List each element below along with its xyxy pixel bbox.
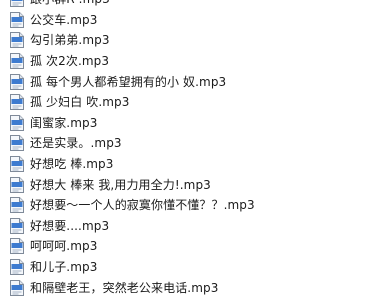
file-row[interactable]: 好想要～一个人的寂寞你懂不懂？？.mp3 [0,195,380,216]
file-row[interactable]: 和儿子.mp3 [0,257,380,278]
file-row[interactable]: 公交车.mp3 [0,10,380,31]
audio-file-icon [10,94,24,111]
file-name: 孤 次2次.mp3 [30,54,110,69]
file-row[interactable]: 跟小群R .mp3 [0,0,380,10]
file-row[interactable]: 孤 每个男人都希望拥有的小 奴.mp3 [0,71,380,92]
file-name: 跟小群R .mp3 [30,0,110,7]
file-row[interactable]: 勾引弟弟.mp3 [0,30,380,51]
file-name: 好想吃 棒.mp3 [30,157,114,172]
file-row[interactable]: 好想要....mp3 [0,216,380,237]
audio-file-icon [10,0,24,8]
audio-file-icon [10,53,24,70]
file-row[interactable]: 和隔壁老王，突然老公来电话.mp3 [0,277,380,298]
file-name: 勾引弟弟.mp3 [30,33,110,48]
audio-file-icon [10,73,24,90]
file-row[interactable]: 孤 少妇白 吹.mp3 [0,92,380,113]
audio-file-icon [10,238,24,255]
audio-file-icon [10,32,24,49]
file-name: 公交车.mp3 [30,12,98,27]
file-row[interactable]: 闺蜜家.mp3 [0,113,380,134]
audio-file-icon [10,11,24,28]
file-name: 和隔壁老王，突然老公来电话.mp3 [30,280,219,295]
file-row[interactable]: 呵呵呵.mp3 [0,236,380,257]
file-row[interactable]: 好想大 棒来 我,用力用全力!.mp3 [0,174,380,195]
audio-file-icon [10,135,24,152]
file-row[interactable]: 孤 次2次.mp3 [0,51,380,72]
file-name: 好想要～一个人的寂寞你懂不懂？？.mp3 [30,198,255,213]
file-name: 孤 每个男人都希望拥有的小 奴.mp3 [30,74,227,89]
file-list: 跟小群R .mp3 公交车.mp3 勾引弟弟.mp3 孤 次2次.mp [0,0,380,298]
file-name: 呵呵呵.mp3 [30,239,98,254]
file-row[interactable]: 好想吃 棒.mp3 [0,154,380,175]
file-row[interactable]: 还是实录。.mp3 [0,133,380,154]
audio-file-icon [10,156,24,173]
file-name: 好想要....mp3 [30,218,110,233]
audio-file-icon [10,259,24,276]
audio-file-icon [10,176,24,193]
file-name: 闺蜜家.mp3 [30,115,98,130]
audio-file-icon [10,197,24,214]
audio-file-icon [10,217,24,234]
file-name: 孤 少妇白 吹.mp3 [30,95,130,110]
file-name: 和儿子.mp3 [30,260,98,275]
audio-file-icon [10,114,24,131]
file-name: 还是实录。.mp3 [30,136,122,151]
audio-file-icon [10,279,24,296]
file-name: 好想大 棒来 我,用力用全力!.mp3 [30,177,211,192]
